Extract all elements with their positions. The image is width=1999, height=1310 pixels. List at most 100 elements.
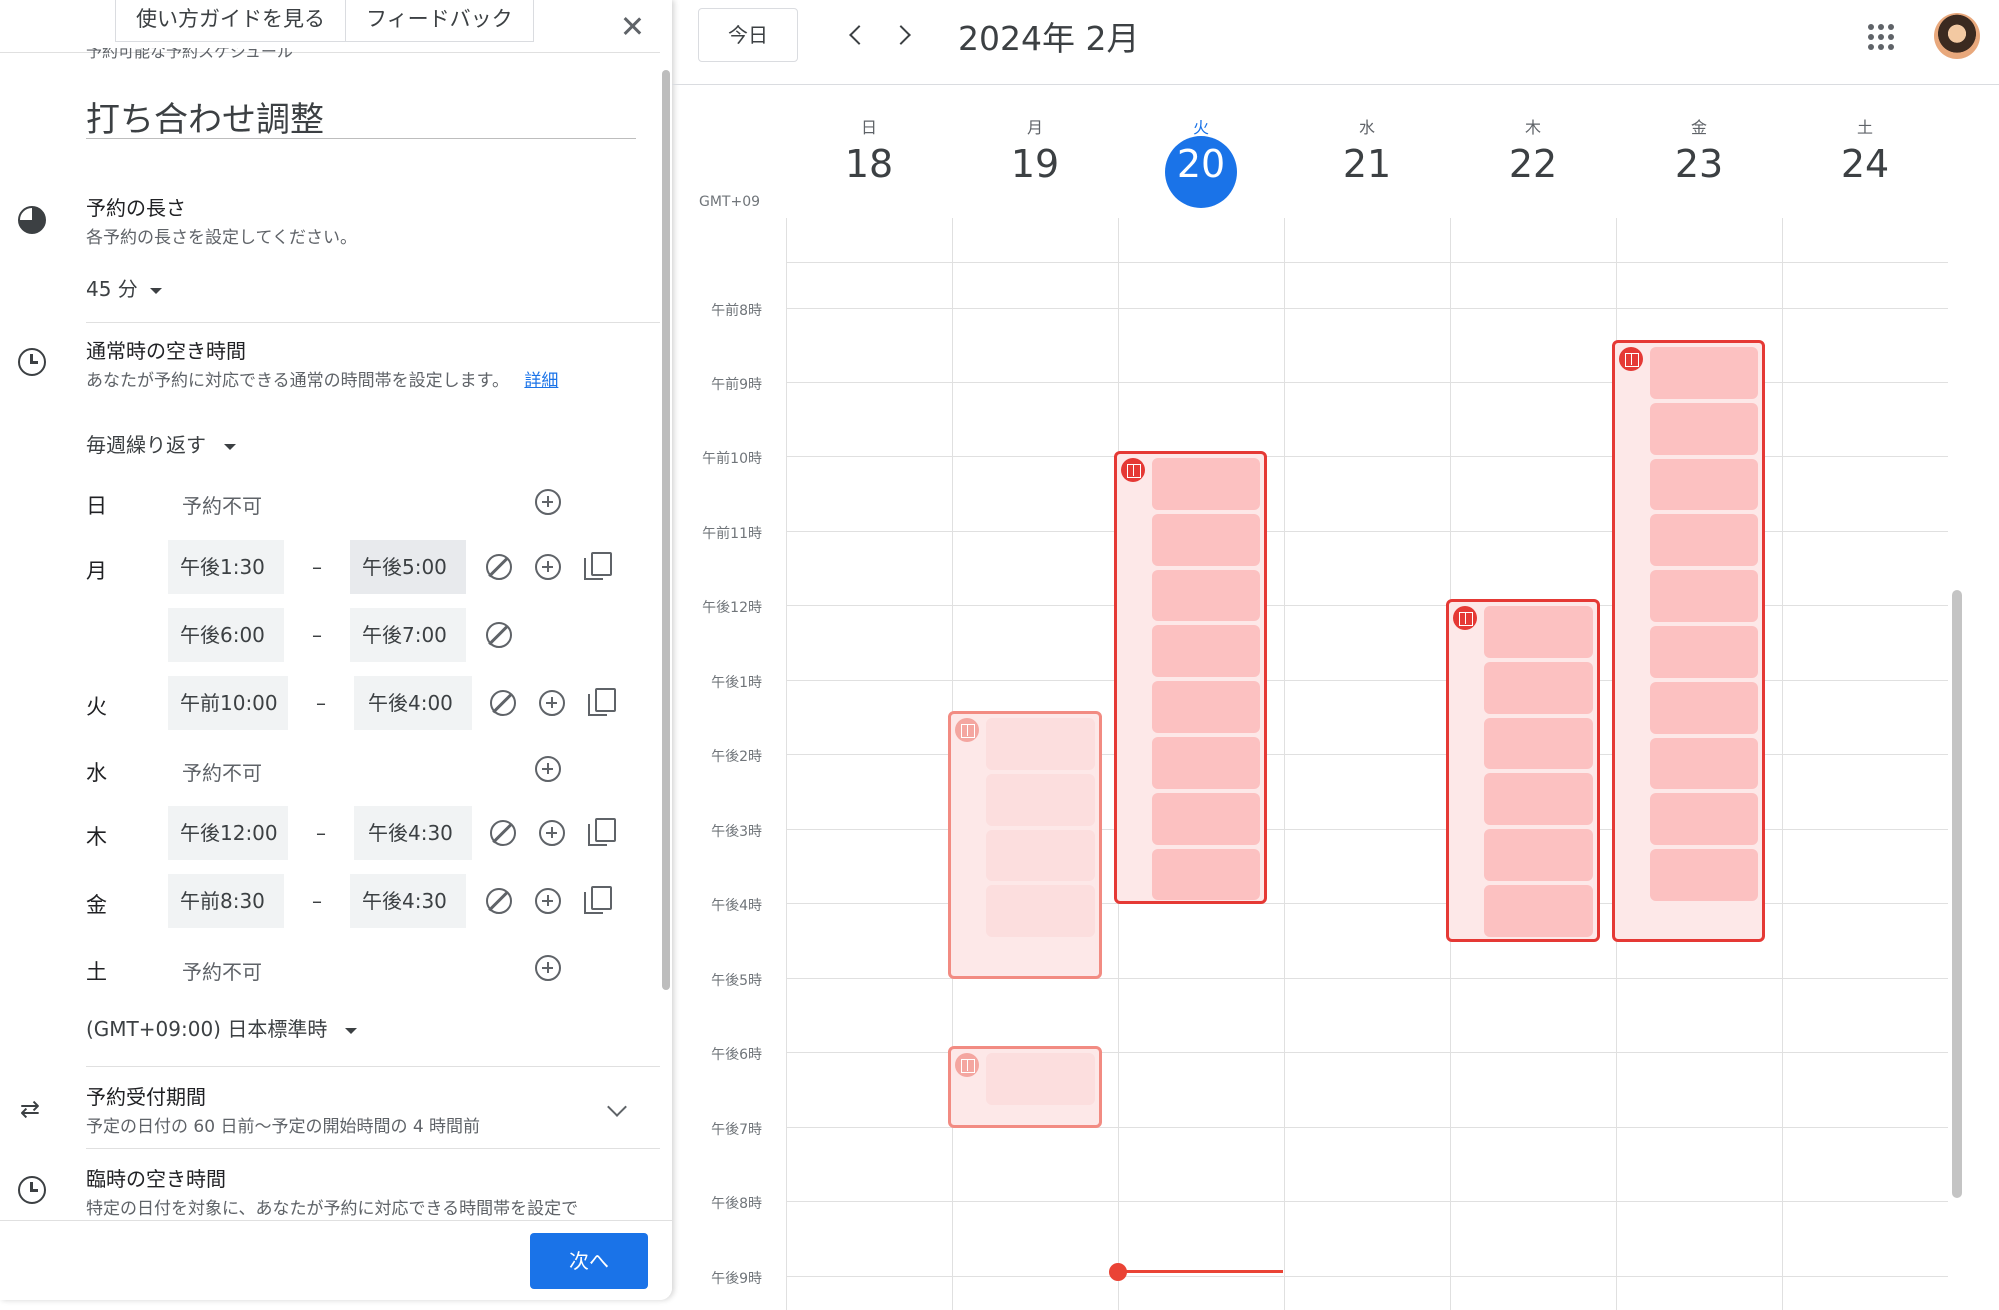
booking-slot[interactable]: [1152, 737, 1260, 789]
booking-slot[interactable]: [986, 885, 1095, 938]
booking-slot[interactable]: [1152, 792, 1260, 845]
booking-slot[interactable]: [1650, 514, 1758, 567]
unavailable-icon[interactable]: [486, 622, 512, 648]
booking-slot[interactable]: [1484, 661, 1593, 714]
booking-slot[interactable]: [986, 773, 1095, 826]
close-icon[interactable]: [614, 8, 650, 44]
end-time-field[interactable]: 午後4:30: [350, 874, 466, 928]
guide-button[interactable]: 使い方ガイドを見る: [115, 0, 346, 42]
panel-top-tabs: 使い方ガイドを見る フィードバック: [115, 0, 534, 42]
grid-line: [786, 531, 1948, 532]
hour-label: 午後2時: [711, 749, 762, 765]
day-number[interactable]: 23: [1616, 142, 1782, 186]
details-link[interactable]: 詳細: [524, 371, 558, 391]
booking-slot[interactable]: [1484, 606, 1593, 658]
feedback-button[interactable]: フィードバック: [346, 0, 534, 42]
booking-slot[interactable]: [1152, 513, 1260, 566]
apps-grid-icon[interactable]: [1868, 24, 1894, 50]
end-time-field[interactable]: 午後4:00: [354, 676, 472, 730]
day-number[interactable]: 22: [1450, 142, 1616, 186]
booking-slot[interactable]: [1650, 793, 1758, 846]
booking-slot[interactable]: [1152, 681, 1260, 733]
unavailable-text: 予約不可: [182, 960, 262, 984]
booking-slot[interactable]: [1650, 849, 1758, 901]
day-number-today[interactable]: 20: [1118, 142, 1284, 186]
unavailable-icon[interactable]: [486, 554, 512, 580]
booking-slot[interactable]: [1650, 737, 1758, 790]
booking-slot[interactable]: [1650, 347, 1758, 399]
add-time-icon[interactable]: [535, 554, 561, 580]
booking-slot[interactable]: [1650, 626, 1758, 678]
booking-slot[interactable]: [1650, 402, 1758, 455]
add-time-icon[interactable]: [535, 888, 561, 914]
availability-block[interactable]: [1612, 340, 1765, 942]
schedule-grid-icon: [955, 1053, 979, 1077]
add-time-icon[interactable]: [535, 756, 561, 782]
day-number[interactable]: 24: [1782, 142, 1948, 186]
day-number[interactable]: 19: [952, 142, 1118, 186]
calendar-scrollbar[interactable]: [1952, 590, 1962, 1198]
avatar[interactable]: [1934, 13, 1980, 59]
copy-icon[interactable]: [588, 688, 616, 716]
swap-arrows-icon: ⇄: [20, 1095, 41, 1123]
booking-slot[interactable]: [1650, 681, 1758, 734]
copy-icon[interactable]: [584, 552, 612, 580]
unavailable-icon[interactable]: [490, 690, 516, 716]
booking-slot[interactable]: [1650, 570, 1758, 622]
day-number[interactable]: 18: [786, 142, 952, 186]
start-time-field[interactable]: 午後6:00: [168, 608, 284, 662]
next-button[interactable]: 次へ: [530, 1233, 648, 1289]
timezone-select[interactable]: (GMT+09:00) 日本標準時: [86, 1013, 358, 1042]
duration-title: 予約の長さ: [86, 196, 186, 220]
clock-icon: [18, 348, 46, 376]
availability-block[interactable]: [948, 711, 1102, 979]
end-time-field[interactable]: 午後4:30: [354, 806, 472, 860]
end-time-field[interactable]: 午後7:00: [350, 608, 466, 662]
booking-slot[interactable]: [1152, 625, 1260, 678]
day-of-week: 月: [1026, 118, 1043, 137]
end-time-field[interactable]: 午後5:00: [350, 540, 466, 594]
app-window: 使い方ガイドを見る フィードバック 予約可能な予約スケジュール 打ち合わせ調整 …: [0, 0, 1999, 1310]
booking-slot[interactable]: [1152, 569, 1260, 622]
booking-slot[interactable]: [986, 718, 1095, 770]
booking-slot[interactable]: [1650, 458, 1758, 511]
panel-scrollbar[interactable]: [662, 70, 670, 990]
booking-slot[interactable]: [1484, 829, 1593, 881]
add-time-icon[interactable]: [535, 489, 561, 515]
title-underline: [86, 138, 636, 139]
chevron-left-icon[interactable]: [849, 25, 869, 45]
copy-icon[interactable]: [588, 818, 616, 846]
day-number[interactable]: 21: [1284, 142, 1450, 186]
schedule-grid-icon: [955, 718, 979, 742]
booking-slot[interactable]: [986, 1053, 1095, 1105]
start-time-field[interactable]: 午後1:30: [168, 540, 284, 594]
start-time-field[interactable]: 午前8:30: [168, 874, 284, 928]
chevron-down-icon[interactable]: [607, 1097, 627, 1117]
add-time-icon[interactable]: [535, 955, 561, 981]
today-button[interactable]: 今日: [698, 8, 798, 62]
unavailable-icon[interactable]: [490, 820, 516, 846]
availability-block[interactable]: [1446, 599, 1600, 942]
booking-slot[interactable]: [1152, 848, 1260, 901]
booking-slot[interactable]: [986, 829, 1095, 882]
grid-line: [786, 262, 1948, 263]
availability-block[interactable]: [948, 1046, 1102, 1128]
schedule-grid-icon: [1453, 606, 1477, 630]
start-time-field[interactable]: 午後12:00: [168, 806, 288, 860]
booking-slot[interactable]: [1484, 885, 1593, 937]
day-label-fri: 金: [86, 893, 107, 917]
start-time-field[interactable]: 午前10:00: [168, 676, 288, 730]
repeat-select[interactable]: 毎週繰り返す: [86, 429, 236, 458]
day-of-week: 土: [1856, 118, 1873, 137]
booking-slot[interactable]: [1484, 773, 1593, 826]
add-time-icon[interactable]: [539, 690, 565, 716]
chevron-right-icon[interactable]: [891, 25, 911, 45]
copy-icon[interactable]: [584, 886, 612, 914]
unavailable-icon[interactable]: [486, 888, 512, 914]
booking-slot[interactable]: [1484, 717, 1593, 770]
add-time-icon[interactable]: [539, 820, 565, 846]
availability-block[interactable]: [1114, 451, 1267, 904]
duration-select[interactable]: 45 分: [86, 273, 162, 302]
schedule-title-input[interactable]: 打ち合わせ調整: [86, 92, 324, 141]
booking-slot[interactable]: [1152, 458, 1260, 510]
